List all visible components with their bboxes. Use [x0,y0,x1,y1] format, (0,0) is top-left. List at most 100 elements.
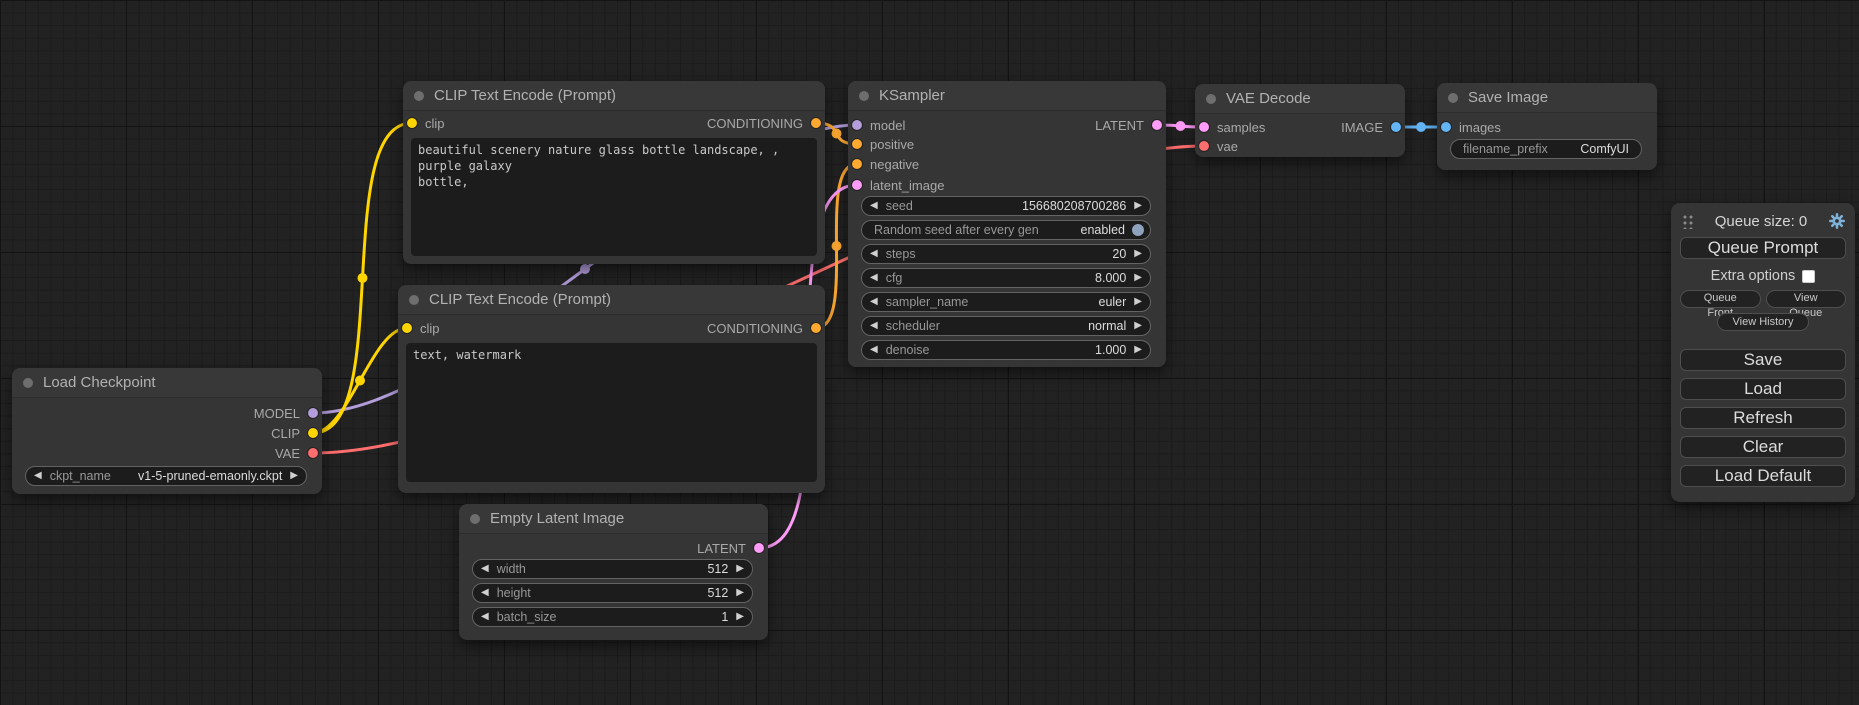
link-midpoint-dot-4[interactable] [832,129,842,139]
queue-prompt-button[interactable]: Queue Prompt [1680,237,1846,259]
extra-options-checkbox[interactable] [1802,270,1815,283]
model-port-icon[interactable] [308,408,318,418]
decrement-arrow-icon[interactable]: ◀ [862,249,886,259]
collapse-dot-icon[interactable] [1448,93,1458,103]
ksampler-output-LATENT[interactable]: LATENT [1095,119,1162,131]
empty-latent-image-widget-width[interactable]: ◀width512▶ [472,559,753,579]
ksampler-widget-random-seed-after-every-gen[interactable]: Random seed after every genenabled [861,220,1151,240]
clip-text-encode-positive-input-clip[interactable]: clip [407,117,445,129]
increment-arrow-icon[interactable]: ▶ [1126,321,1150,331]
conditioning-port-icon[interactable] [852,139,862,149]
link-midpoint-dot-2[interactable] [355,376,365,386]
queue-front-button[interactable]: Queue Front [1680,290,1761,308]
toggle-dot-icon[interactable] [1132,224,1144,236]
ksampler-input-positive[interactable]: positive [852,138,914,150]
collapse-dot-icon[interactable] [409,295,419,305]
latent-port-icon[interactable] [852,180,862,190]
clip-port-icon[interactable] [402,323,412,333]
node-vae-decode-titlebar[interactable]: VAE Decode [1195,84,1405,114]
node-ksampler[interactable]: KSampler model positive negative latent_imag… [848,81,1166,367]
view-queue-button[interactable]: View Queue [1766,290,1847,308]
decrement-arrow-icon[interactable]: ◀ [473,588,497,598]
model-port-icon[interactable] [852,120,862,130]
clip-text-encode-negative-prompt-textarea[interactable]: text, watermark [406,343,817,482]
ksampler-input-latent_image[interactable]: latent_image [852,179,944,191]
latent-port-icon[interactable] [1152,120,1162,130]
ksampler-widget-scheduler[interactable]: ◀schedulernormal▶ [861,316,1151,336]
load-checkpoint-output-VAE[interactable]: VAE [275,447,318,459]
decrement-arrow-icon[interactable]: ◀ [862,273,886,283]
save-button[interactable]: Save [1680,349,1846,371]
ksampler-widget-steps[interactable]: ◀steps20▶ [861,244,1151,264]
clip-text-encode-negative-output-CONDITIONING[interactable]: CONDITIONING [707,322,821,334]
clear-button[interactable]: Clear [1680,436,1846,458]
clip-text-encode-positive-output-CONDITIONING[interactable]: CONDITIONING [707,117,821,129]
link-midpoint-dot-0[interactable] [580,264,590,274]
node-clip-text-encode-negative[interactable]: CLIP Text Encode (Prompt)clipCONDITIONIN… [398,285,825,493]
collapse-dot-icon[interactable] [470,514,480,524]
link-midpoint-dot-5[interactable] [832,241,842,251]
collapse-dot-icon[interactable] [859,91,869,101]
vae-port-icon[interactable] [1199,141,1209,151]
ksampler-input-model[interactable]: model [852,119,905,131]
ksampler-widget-sampler_name[interactable]: ◀sampler_nameeuler▶ [861,292,1151,312]
conditioning-port-icon[interactable] [811,323,821,333]
load-button[interactable]: Load [1680,378,1846,400]
link-midpoint-dot-1[interactable] [358,273,368,283]
decrement-arrow-icon[interactable]: ◀ [862,345,886,355]
increment-arrow-icon[interactable]: ▶ [728,612,752,622]
decrement-arrow-icon[interactable]: ◀ [26,471,50,481]
collapse-dot-icon[interactable] [23,378,33,388]
clip-text-encode-negative-input-clip[interactable]: clip [402,322,440,334]
decrement-arrow-icon[interactable]: ◀ [473,612,497,622]
load-checkpoint-widget-ckpt_name[interactable]: ◀ckpt_namev1-5-pruned-emaonly.ckpt▶ [25,466,307,486]
node-load-checkpoint[interactable]: Load Checkpoint MODEL CLIP VAE ◀ckpt_namev1-… [12,368,322,494]
node-graph-canvas[interactable]: Load Checkpoint MODEL CLIP VAE ◀ckpt_namev1-… [0,0,1859,705]
ksampler-widget-cfg[interactable]: ◀cfg8.000▶ [861,268,1151,288]
increment-arrow-icon[interactable]: ▶ [1126,297,1150,307]
vae-decode-input-vae[interactable]: vae [1199,140,1238,152]
ksampler-widget-denoise[interactable]: ◀denoise1.000▶ [861,340,1151,360]
node-save-image[interactable]: Save Image images filename_prefixComfyUI [1437,83,1657,170]
increment-arrow-icon[interactable]: ▶ [1126,249,1150,259]
conditioning-port-icon[interactable] [811,118,821,128]
node-clip-text-encode-positive[interactable]: CLIP Text Encode (Prompt) clip CONDITIONIN… [403,81,825,264]
increment-arrow-icon[interactable]: ▶ [728,588,752,598]
increment-arrow-icon[interactable]: ▶ [728,564,752,574]
link-midpoint-dot-7[interactable] [1176,121,1186,131]
load-checkpoint-output-CLIP[interactable]: CLIP [271,427,318,439]
load-default-button[interactable]: Load Default [1680,465,1846,487]
collapse-dot-icon[interactable] [1206,94,1216,104]
clip-port-icon[interactable] [407,118,417,128]
save-image-widget-filename_prefix[interactable]: filename_prefixComfyUI [1450,139,1642,159]
empty-latent-image-widget-height[interactable]: ◀height512▶ [472,583,753,603]
ksampler-input-negative[interactable]: negative [852,158,919,170]
collapse-dot-icon[interactable] [414,91,424,101]
node-load-checkpoint-titlebar[interactable]: Load Checkpoint [12,368,322,398]
node-ksampler-titlebar[interactable]: KSampler [848,81,1166,111]
vae-decode-output-IMAGE[interactable]: IMAGE [1341,121,1401,133]
increment-arrow-icon[interactable]: ▶ [282,471,306,481]
node-clip-text-encode-positive-titlebar[interactable]: CLIP Text Encode (Prompt) [403,81,825,111]
refresh-button[interactable]: Refresh [1680,407,1846,429]
latent-port-icon[interactable] [1199,122,1209,132]
ksampler-widget-seed[interactable]: ◀seed156680208700286▶ [861,196,1151,216]
vae-port-icon[interactable] [308,448,318,458]
increment-arrow-icon[interactable]: ▶ [1126,345,1150,355]
decrement-arrow-icon[interactable]: ◀ [862,201,886,211]
load-checkpoint-output-MODEL[interactable]: MODEL [254,407,318,419]
clip-port-icon[interactable] [308,428,318,438]
image-port-icon[interactable] [1441,122,1451,132]
settings-gear-icon[interactable] [1828,212,1846,230]
node-save-image-titlebar[interactable]: Save Image [1437,83,1657,113]
increment-arrow-icon[interactable]: ▶ [1126,273,1150,283]
decrement-arrow-icon[interactable]: ◀ [862,321,886,331]
node-empty-latent-image[interactable]: Empty Latent ImageLATENT◀width512▶◀heigh… [459,504,768,640]
latent-port-icon[interactable] [754,543,764,553]
clip-text-encode-positive-prompt-textarea[interactable]: beautiful scenery nature glass bottle la… [411,138,817,256]
decrement-arrow-icon[interactable]: ◀ [862,297,886,307]
image-port-icon[interactable] [1391,122,1401,132]
save-image-input-images[interactable]: images [1441,121,1501,133]
conditioning-port-icon[interactable] [852,159,862,169]
decrement-arrow-icon[interactable]: ◀ [473,564,497,574]
